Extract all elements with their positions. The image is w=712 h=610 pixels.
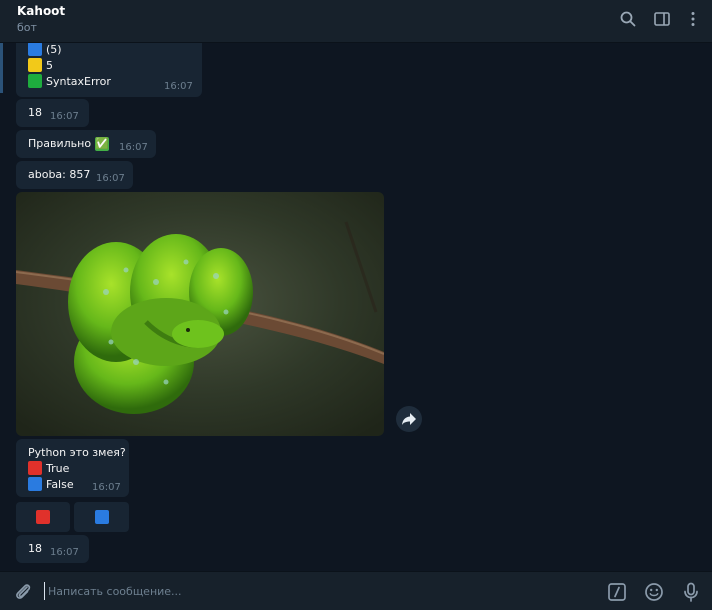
blue-square-icon: [94, 510, 109, 524]
message-time: 16:07: [50, 547, 79, 558]
option-text: True: [46, 461, 70, 475]
message-photo[interactable]: [16, 192, 384, 436]
message-body: aboba: 857: [28, 168, 91, 181]
message-text[interactable]: 18 16:07: [16, 535, 89, 563]
sidebar-toggle-icon[interactable]: [653, 10, 671, 28]
message-options[interactable]: (5) 5 SyntaxError 16:07: [16, 43, 202, 97]
message-text[interactable]: aboba: 857 16:07: [16, 161, 133, 189]
message-input[interactable]: Написать сообщение...: [48, 585, 182, 598]
message-time: 16:07: [92, 482, 121, 493]
microphone-icon[interactable]: [680, 581, 702, 603]
text-caret: [44, 582, 45, 600]
message-composer: Написать сообщение...: [0, 571, 712, 610]
message-time: 16:07: [96, 173, 125, 184]
message-list[interactable]: (5) 5 SyntaxError 16:07 18 16:07 Правиль…: [0, 43, 712, 571]
blue-square-icon: [28, 43, 42, 56]
check-mark-icon: ✅: [95, 137, 110, 151]
poll-question: Python это змея?: [28, 445, 126, 459]
scroll-accent: [0, 43, 3, 93]
message-body: 18: [28, 106, 42, 119]
message-time: 16:07: [119, 142, 148, 153]
message-body: Правильно: [28, 137, 92, 150]
option-line: 5: [28, 57, 111, 73]
search-icon[interactable]: [619, 10, 637, 28]
python-photo-image: [16, 192, 384, 436]
chat-title[interactable]: Kahoot: [17, 4, 65, 18]
option-line: True: [28, 460, 126, 476]
forward-button[interactable]: [396, 406, 422, 432]
option-text: False: [46, 477, 74, 491]
option-text: SyntaxError: [46, 74, 111, 88]
message-text[interactable]: 18 16:07: [16, 99, 89, 127]
message-time: 16:07: [164, 81, 193, 92]
green-square-icon: [28, 74, 42, 88]
keyboard-button-red[interactable]: [16, 502, 70, 532]
chat-header: Kahoot бот: [0, 0, 712, 43]
keyboard-button-blue[interactable]: [74, 502, 129, 532]
forward-icon: [402, 413, 416, 425]
message-poll[interactable]: Python это змея? True False 16:07: [16, 439, 129, 497]
blue-square-icon: [28, 477, 42, 491]
message-text[interactable]: Правильно ✅ 16:07: [16, 130, 156, 158]
option-line: (5): [28, 43, 111, 57]
option-text: (5): [46, 43, 62, 56]
red-square-icon: [28, 461, 42, 475]
attach-icon[interactable]: [12, 581, 34, 603]
emoji-icon[interactable]: [643, 581, 665, 603]
red-square-icon: [36, 510, 50, 524]
option-text: 5: [46, 58, 53, 72]
chat-subtitle: бот: [17, 21, 37, 34]
bot-command-icon[interactable]: [606, 581, 628, 603]
more-vertical-icon[interactable]: [684, 10, 702, 28]
message-time: 16:07: [50, 111, 79, 122]
message-body: 18: [28, 542, 42, 555]
option-line: SyntaxError: [28, 73, 111, 89]
yellow-square-icon: [28, 58, 42, 72]
